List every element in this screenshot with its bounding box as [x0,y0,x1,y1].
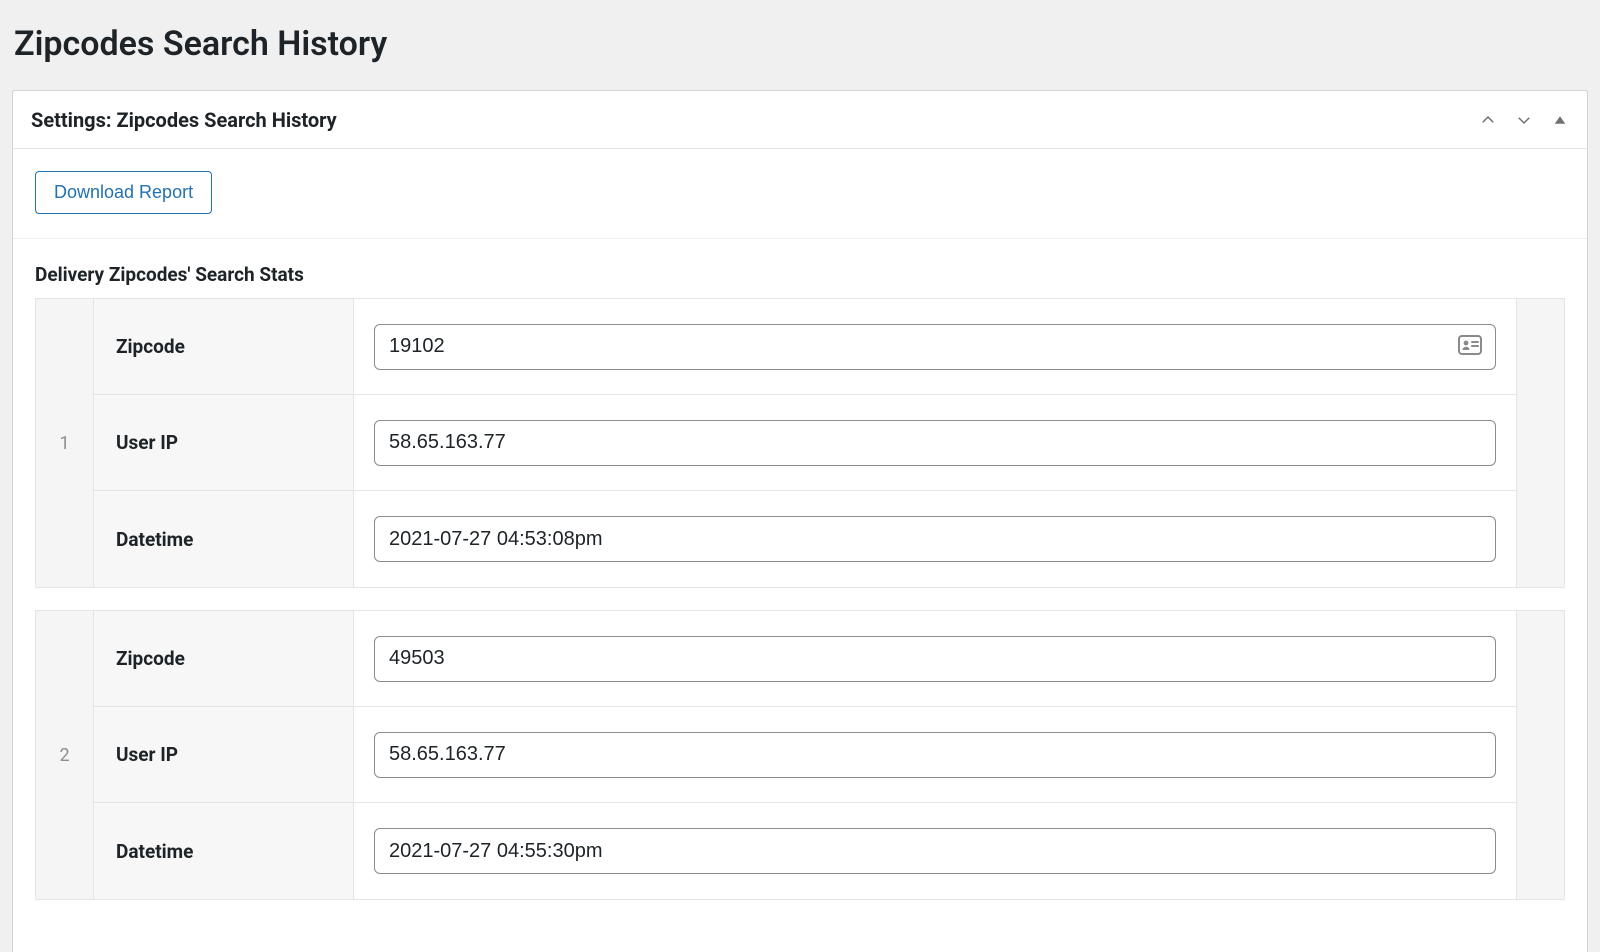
download-report-button[interactable]: Download Report [35,171,212,214]
field-value-userip [354,732,1516,778]
field-label-datetime: Datetime [94,803,354,899]
field-value-zipcode [354,324,1516,370]
record-index: 1 [36,299,94,587]
datetime-input[interactable] [374,516,1496,562]
metabox-header-title: Settings: Zipcodes Search History [31,108,1479,132]
field-row-datetime: Datetime [94,491,1516,587]
field-value-datetime [354,516,1516,562]
field-row-userip: User IP [94,395,1516,491]
metabox: Settings: Zipcodes Search History Downlo… [12,90,1588,952]
stats-title: Delivery Zipcodes' Search Stats [35,263,1587,286]
download-report-wrap: Download Report [13,149,1587,239]
field-label-zipcode: Zipcode [94,611,354,706]
zipcode-input[interactable] [374,324,1496,370]
records-container: 1 Zipcode [13,298,1587,952]
userip-input[interactable] [374,732,1496,778]
userip-input[interactable] [374,420,1496,466]
zipcode-input-wrap [374,324,1496,370]
field-value-userip [354,420,1516,466]
record-drag-handle[interactable] [1516,611,1564,899]
field-label-datetime: Datetime [94,491,354,587]
record-row: 2 Zipcode User IP [35,610,1565,900]
field-row-zipcode: Zipcode [94,611,1516,707]
field-value-datetime [354,828,1516,874]
field-row-userip: User IP [94,707,1516,803]
move-up-icon[interactable] [1479,111,1497,129]
move-down-icon[interactable] [1515,111,1533,129]
record-index: 2 [36,611,94,899]
field-label-userip: User IP [94,707,354,802]
record-fields: Zipcode User IP Datetime [94,611,1516,899]
record-fields: Zipcode [94,299,1516,587]
page-root: Zipcodes Search History Settings: Zipcod… [0,0,1600,952]
toggle-panel-icon[interactable] [1551,111,1569,129]
field-label-userip: User IP [94,395,354,490]
record-row: 1 Zipcode [35,298,1565,588]
metabox-header: Settings: Zipcodes Search History [13,91,1587,149]
zipcode-input[interactable] [374,636,1496,682]
field-label-zipcode: Zipcode [94,299,354,394]
record-drag-handle[interactable] [1516,299,1564,587]
datetime-input[interactable] [374,828,1496,874]
metabox-header-icons [1479,111,1569,129]
field-row-datetime: Datetime [94,803,1516,899]
page-title: Zipcodes Search History [14,24,1590,64]
field-value-zipcode [354,636,1516,682]
field-row-zipcode: Zipcode [94,299,1516,395]
